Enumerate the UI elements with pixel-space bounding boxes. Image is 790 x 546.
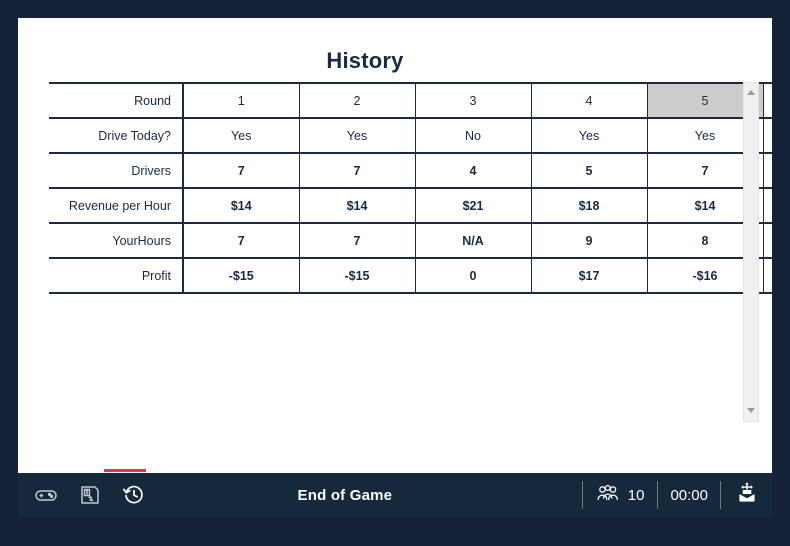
page-title: History (326, 48, 404, 73)
row-label: Profit (49, 257, 184, 294)
players-count: 10 (627, 486, 645, 504)
table-cell: 4 (414, 152, 532, 189)
table-row: Round 1 2 3 4 5 (49, 82, 772, 119)
table-cell: Yes (298, 117, 416, 154)
table-cell: 7 (298, 152, 416, 189)
tab-history[interactable] (120, 481, 148, 509)
game-status-text: End of Game (297, 486, 393, 504)
game-timer: 00:00 (670, 486, 708, 504)
scroll-down-arrow-icon[interactable] (744, 403, 758, 419)
tab-game[interactable] (32, 481, 60, 509)
table-cell: 5 (530, 152, 648, 189)
table-cell-overflow (762, 152, 772, 189)
table-cell: 7 (182, 222, 300, 259)
moblab-logo-icon (734, 480, 760, 511)
table-cell-overflow (762, 222, 772, 259)
toolbar-right-group: 10 00:00 (581, 473, 772, 517)
row-label: YourHours (49, 222, 184, 259)
table-cell: -$15 (298, 257, 416, 294)
content-panel: History Round 1 2 3 4 5 Drive Today? Yes Yes No Ye… (18, 18, 772, 473)
instructions-icon (78, 483, 102, 507)
column-header-round: 2 (298, 82, 416, 119)
players-indicator: 10 (583, 483, 658, 508)
table-cell: $17 (530, 257, 648, 294)
table-row: Revenue per Hour $14 $14 $21 $18 $14 (49, 187, 772, 224)
active-tab-indicator (104, 469, 146, 472)
gamepad-icon (34, 483, 58, 507)
table-cell: $14 (182, 187, 300, 224)
table-cell-overflow (762, 187, 772, 224)
table-cell: 7 (182, 152, 300, 189)
table-cell: Yes (530, 117, 648, 154)
table-cell: $18 (530, 187, 648, 224)
table-row: Drive Today? Yes Yes No Yes Yes (49, 117, 772, 154)
scroll-up-arrow-icon[interactable] (744, 85, 758, 101)
row-label: Revenue per Hour (49, 187, 184, 224)
table-cell: No (414, 117, 532, 154)
tab-instructions[interactable] (76, 481, 104, 509)
table-row: Drivers 7 7 4 5 7 (49, 152, 772, 189)
table-cell: 9 (530, 222, 648, 259)
row-label: Drive Today? (49, 117, 184, 154)
table-row: Profit -$15 -$15 0 $17 -$16 (49, 257, 772, 294)
column-header-round: 3 (414, 82, 532, 119)
table-cell: 7 (298, 222, 416, 259)
history-table: Round 1 2 3 4 5 Drive Today? Yes Yes No Yes Yes Driv… (49, 82, 772, 294)
toolbar-tab-group (18, 469, 148, 509)
table-cell: 0 (414, 257, 532, 294)
table-cell-overflow (762, 82, 772, 119)
table-cell: Yes (182, 117, 300, 154)
brand-logo-button[interactable] (721, 480, 772, 511)
table-cell: -$15 (182, 257, 300, 294)
table-row: YourHours 7 7 N/A 9 8 (49, 222, 772, 259)
people-group-icon (596, 483, 620, 508)
history-table-body: Round 1 2 3 4 5 Drive Today? Yes Yes No Yes Yes Driv… (49, 82, 772, 294)
app-frame: History Round 1 2 3 4 5 Drive Today? Yes Yes No Ye… (0, 0, 790, 546)
history-table-scroll-region[interactable]: Round 1 2 3 4 5 Drive Today? Yes Yes No Yes Yes Driv… (49, 82, 772, 422)
bottom-toolbar: End of Game 10 00:00 (18, 469, 772, 517)
table-cell-overflow (762, 257, 772, 294)
row-label: Drivers (49, 152, 184, 189)
column-header-round: 4 (530, 82, 648, 119)
row-label: Round (49, 82, 184, 119)
table-cell: $21 (414, 187, 532, 224)
column-header-round: 1 (182, 82, 300, 119)
history-clock-icon (122, 483, 146, 507)
table-cell: $14 (298, 187, 416, 224)
table-cell: N/A (414, 222, 532, 259)
table-scrollbar[interactable] (743, 82, 759, 422)
table-cell-overflow (762, 117, 772, 154)
